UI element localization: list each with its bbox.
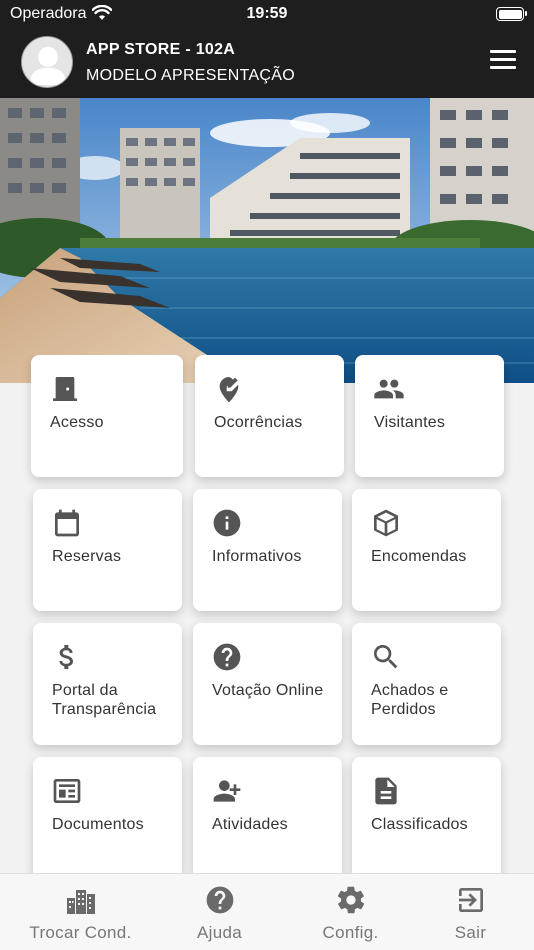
tile-atividades[interactable]: Atividades [193,757,342,875]
menu-grid: Acesso Ocorrências Visitantes Reservas I… [0,355,534,875]
tile-ocorrencias[interactable]: Ocorrências [195,355,344,477]
battery-icon [496,7,527,21]
nav-label: Sair [454,923,487,942]
document-icon [370,775,402,807]
help-icon [204,884,236,916]
nav-label: Ajuda [197,923,242,942]
tile-classificados[interactable]: Classificados [352,757,501,875]
tile-portal-transparencia[interactable]: Portal da Transparência [33,623,182,745]
tile-label: Votação Online [212,682,324,699]
people-icon [373,373,405,405]
menu-icon[interactable] [490,50,516,72]
nav-sair[interactable]: Sair [404,874,534,950]
nav-label: Trocar Cond. [29,923,132,942]
tile-label: Acesso [50,414,104,431]
nav-ajuda[interactable]: Ajuda [153,874,286,950]
bottom-nav: Trocar Cond. Ajuda Config. Sair [0,873,534,950]
tile-label: Ocorrências [214,414,303,431]
tile-label: Achados e Perdidos [371,682,449,718]
tile-documentos[interactable]: Documentos [33,757,182,875]
tile-label: Atividades [212,816,288,833]
nav-label: Config. [322,923,379,942]
condo-subtitle: MODELO APRESENTAÇÃO [86,67,296,84]
tile-label: Reservas [52,548,122,565]
nav-trocar-cond[interactable]: Trocar Cond. [14,874,147,950]
help-icon [211,641,243,673]
calendar-icon [51,507,83,539]
search-icon [370,641,402,673]
tile-encomendas[interactable]: Encomendas [352,489,501,611]
condo-title: APP STORE - 102A [86,41,236,58]
exit-icon [455,884,487,916]
door-icon [49,373,81,405]
tile-achados-perdidos[interactable]: Achados e Perdidos [352,623,501,745]
dollar-icon [51,641,83,673]
hero-image [0,98,534,383]
add-person-icon [211,775,243,807]
nav-config[interactable]: Config. [284,874,417,950]
clock: 19:59 [246,5,288,22]
gear-icon [335,884,367,916]
app-header: APP STORE - 102A MODELO APRESENTAÇÃO [0,28,534,98]
tile-label: Encomendas [371,548,467,565]
avatar[interactable] [21,36,73,88]
tile-reservas[interactable]: Reservas [33,489,182,611]
edit-pin-icon [213,373,245,405]
tile-acesso[interactable]: Acesso [31,355,183,477]
tile-label: Visitantes [374,414,446,431]
status-bar: Operadora 19:59 [0,0,534,28]
tile-label: Documentos [52,816,144,833]
newspaper-icon [51,775,83,807]
tile-label: Portal da Transparência [52,682,157,718]
tile-visitantes[interactable]: Visitantes [355,355,504,477]
tile-label: Classificados [371,816,468,833]
tile-informativos[interactable]: Informativos [193,489,342,611]
tile-label: Informativos [212,548,302,565]
buildings-icon [65,884,97,916]
tile-votacao-online[interactable]: Votação Online [193,623,342,745]
info-icon [211,507,243,539]
box-icon [370,507,402,539]
